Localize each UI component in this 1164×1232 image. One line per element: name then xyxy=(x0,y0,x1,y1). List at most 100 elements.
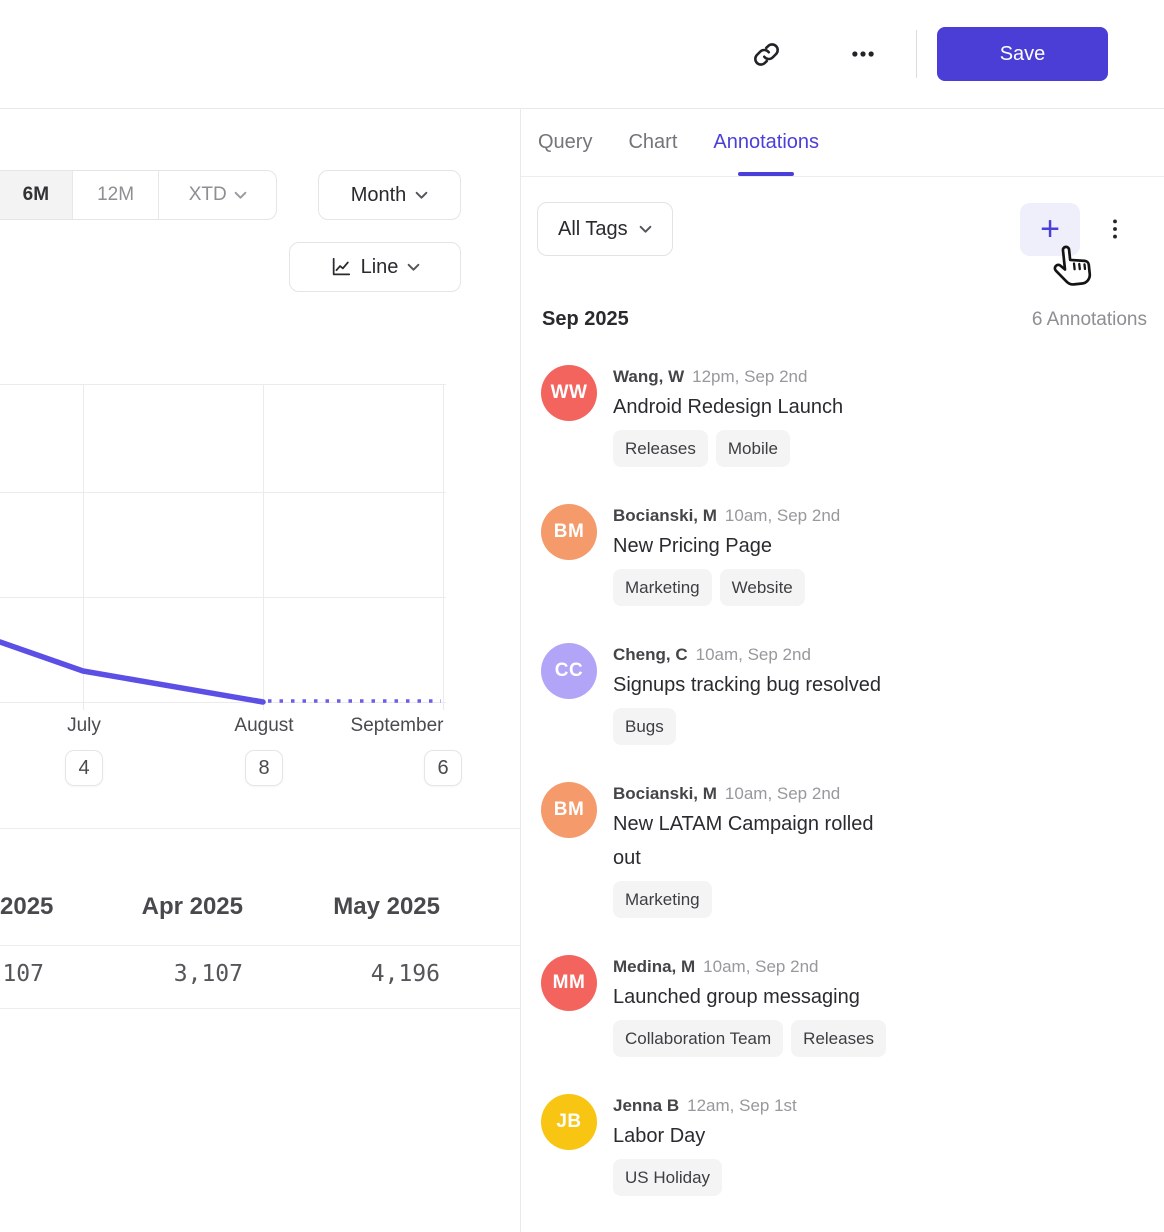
copy-link-button[interactable] xyxy=(744,32,788,76)
annotation-tag[interactable]: Marketing xyxy=(613,569,712,606)
section-count-label: 6 Annotations xyxy=(1032,309,1147,331)
tab-chart[interactable]: Chart xyxy=(628,109,677,176)
avatar: JB xyxy=(541,1094,597,1150)
annotation-meta-row: Jenna B12am, Sep 1st xyxy=(613,1094,797,1119)
annotation-tag[interactable]: Releases xyxy=(613,430,708,467)
annotation-item[interactable]: JBJenna B12am, Sep 1stLabor DayUS Holida… xyxy=(541,1094,1147,1196)
x-axis-label: August xyxy=(234,715,293,737)
range-option-label: XTD xyxy=(189,184,227,206)
line-chart-icon xyxy=(330,256,352,278)
annotation-author: Wang, W xyxy=(613,367,684,386)
chevron-down-icon xyxy=(407,263,420,272)
annotations-toolbar: All Tags + xyxy=(521,202,1164,256)
annotation-author: Cheng, C xyxy=(613,645,688,664)
annotation-item[interactable]: BM Bocianski, M 10am, Sep 2nd New LATAM Cam… xyxy=(541,782,1147,918)
annotation-timestamp: 10am, Sep 2nd xyxy=(725,784,840,803)
save-button[interactable]: Save xyxy=(937,27,1108,81)
annotation-content: Medina, M 10am, Sep 2nd Launched group mes… xyxy=(613,955,886,1057)
table-divider xyxy=(0,828,521,829)
table-divider xyxy=(0,1008,521,1009)
annotation-author: Bocianski, M xyxy=(613,506,717,525)
annotation-count-badge[interactable]: 8 xyxy=(245,750,283,786)
annotation-item[interactable]: WW Wang, W 12pm, Sep 2nd Android Redesign L… xyxy=(541,365,1147,467)
annotation-tags: Marketing xyxy=(613,881,893,918)
main-split: 6M12MXTD Month Line JulyAugustSeptember … xyxy=(0,109,1164,1232)
chevron-down-icon xyxy=(639,225,652,234)
range-option-label: 12M xyxy=(97,184,134,206)
annotation-title: Android Redesign Launch xyxy=(613,390,843,424)
annotation-content: Cheng, C 10am, Sep 2nd Signups tracking bu… xyxy=(613,643,881,745)
annotations-panel: Query Chart Annotations All Tags + xyxy=(521,109,1164,1232)
chart-series-line xyxy=(0,642,263,702)
avatar: CC xyxy=(541,643,597,699)
granularity-label: Month xyxy=(351,184,407,207)
section-month-label: Sep 2025 xyxy=(542,308,629,331)
chart-type-dropdown[interactable]: Line xyxy=(289,242,461,292)
avatar: MM xyxy=(541,955,597,1011)
tab-annotations[interactable]: Annotations xyxy=(713,109,819,176)
annotation-tag[interactable]: Marketing xyxy=(613,881,712,918)
annotation-timestamp: 10am, Sep 2nd xyxy=(703,957,818,976)
annotation-tag[interactable]: Mobile xyxy=(716,430,790,467)
chevron-down-icon xyxy=(234,191,247,200)
annotation-tag[interactable]: Releases xyxy=(791,1020,886,1057)
annotation-timestamp: 12pm, Sep 2nd xyxy=(692,367,807,386)
link-icon xyxy=(753,41,780,68)
tab-label: Query xyxy=(538,131,592,154)
tab-label: Annotations xyxy=(713,131,819,154)
annotation-content: Bocianski, M 10am, Sep 2nd New LATAM Campa… xyxy=(613,782,893,918)
granularity-dropdown[interactable]: Month xyxy=(318,170,461,220)
annotation-count-badge[interactable]: 6 xyxy=(424,750,462,786)
annotation-item[interactable]: MM Medina, M 10am, Sep 2nd Launched group m… xyxy=(541,955,1147,1057)
chart-panel: 6M12MXTD Month Line JulyAugustSeptember … xyxy=(0,109,521,1232)
annotation-tag[interactable]: Collaboration Team xyxy=(613,1020,783,1057)
annotation-timestamp: 10am, Sep 2nd xyxy=(696,645,811,664)
ellipsis-icon xyxy=(850,41,876,67)
annotation-content: Wang, W 12pm, Sep 2nd Android Redesign Lau… xyxy=(613,365,843,467)
annotation-meta-row: Bocianski, M 10am, Sep 2nd xyxy=(613,504,840,529)
annotation-tag[interactable]: Bugs xyxy=(613,708,676,745)
table-cell-value: 4,196 xyxy=(0,961,440,987)
line-chart xyxy=(0,384,446,716)
x-axis-label: September xyxy=(351,715,444,737)
annotations-menu-button[interactable] xyxy=(1102,207,1128,251)
kebab-icon xyxy=(1108,210,1122,248)
annotation-author: Bocianski, M xyxy=(613,784,717,803)
annotation-count-badge[interactable]: 4 xyxy=(65,750,103,786)
annotation-title: New Pricing Page xyxy=(613,529,840,563)
tab-query[interactable]: Query xyxy=(538,109,592,176)
annotation-list: WW Wang, W 12pm, Sep 2nd Android Redesign L… xyxy=(521,365,1164,1196)
header-divider xyxy=(916,30,917,78)
annotation-item[interactable]: BMBocianski, M10am, Sep 2ndNew Pricing P… xyxy=(541,504,1147,606)
table-divider xyxy=(0,945,521,946)
annotation-meta-row: Medina, M 10am, Sep 2nd xyxy=(613,955,886,980)
annotation-author: Jenna B xyxy=(613,1096,679,1115)
top-header: Save xyxy=(0,0,1164,109)
add-annotation-button[interactable]: + xyxy=(1020,203,1080,256)
annotation-title: Launched group messaging xyxy=(613,980,886,1014)
range-option-label: 6M xyxy=(23,184,49,206)
panel-tabs: Query Chart Annotations xyxy=(521,109,1164,177)
annotation-title: Signups tracking bug resolved xyxy=(613,668,881,702)
x-axis-label: July xyxy=(67,715,101,737)
chart-type-label: Line xyxy=(361,256,399,279)
annotation-content: Bocianski, M 10am, Sep 2nd New Pricing Pag… xyxy=(613,504,840,606)
avatar: WW xyxy=(541,365,597,421)
annotation-tags: ReleasesMobile xyxy=(613,430,843,467)
avatar: BM xyxy=(541,782,597,838)
annotation-timestamp: 10am, Sep 2nd xyxy=(725,506,840,525)
tag-filter-dropdown[interactable]: All Tags xyxy=(537,202,673,256)
range-option-xtd[interactable]: XTD xyxy=(159,171,276,219)
annotation-tags: Bugs xyxy=(613,708,881,745)
annotation-item[interactable]: CC Cheng, C 10am, Sep 2nd Signups tracking … xyxy=(541,643,1147,745)
annotation-tag[interactable]: Website xyxy=(720,569,805,606)
range-option-6m[interactable]: 6M xyxy=(0,171,73,219)
annotation-author: Medina, M xyxy=(613,957,695,976)
annotation-tags: MarketingWebsite xyxy=(613,569,840,606)
more-options-button[interactable] xyxy=(841,32,885,76)
annotation-tags: US Holiday xyxy=(613,1159,797,1196)
annotation-tag[interactable]: US Holiday xyxy=(613,1159,722,1196)
annotation-title: New LATAM Campaign rolled out xyxy=(613,807,893,875)
range-option-12m[interactable]: 12M xyxy=(73,171,160,219)
date-range-selector: 6M 12M XTD xyxy=(0,170,277,220)
